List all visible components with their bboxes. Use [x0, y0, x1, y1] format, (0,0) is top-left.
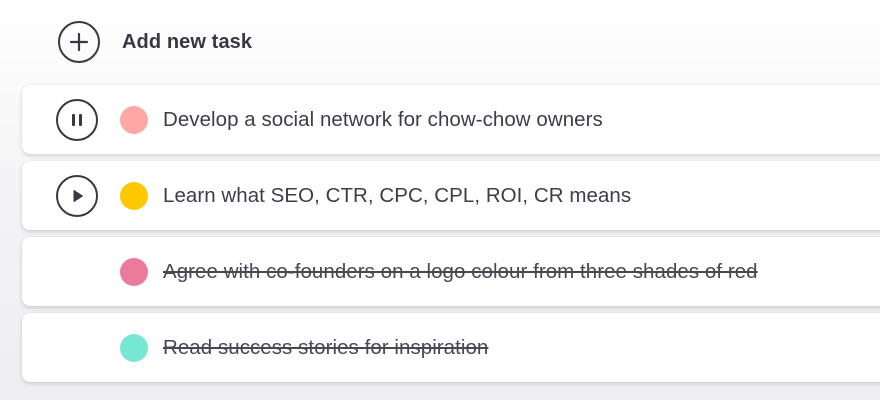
- task-color-dot: [120, 181, 148, 210]
- task-control-slot: [56, 174, 98, 217]
- task-control-slot: [56, 327, 90, 369]
- task-item-completed[interactable]: Read success stories for inspiration: [22, 313, 880, 382]
- task-control-slot: [56, 251, 90, 293]
- task-item[interactable]: Learn what SEO, CTR, CPC, CPL, ROI, CR m…: [22, 161, 880, 230]
- task-control-slot: [56, 98, 98, 141]
- pause-icon[interactable]: [56, 98, 98, 141]
- task-manager-app: Add new task Develop a social network fo…: [0, 0, 880, 400]
- task-list: Develop a social network for chow-chow o…: [22, 85, 880, 389]
- task-color-dot: [120, 105, 148, 134]
- plus-icon[interactable]: [58, 21, 100, 63]
- task-text: Learn what SEO, CTR, CPC, CPL, ROI, CR m…: [163, 183, 632, 207]
- task-item[interactable]: Develop a social network for chow-chow o…: [22, 85, 880, 154]
- add-new-task-label: Add new task: [122, 30, 253, 53]
- task-text: Agree with co-founders on a logo colour …: [163, 259, 758, 283]
- task-text: Develop a social network for chow-chow o…: [163, 107, 603, 131]
- task-item-completed[interactable]: Agree with co-founders on a logo colour …: [22, 237, 880, 306]
- add-new-task-button[interactable]: Add new task: [58, 20, 252, 64]
- play-icon[interactable]: [56, 174, 98, 217]
- task-text: Read success stories for inspiration: [163, 335, 489, 359]
- task-color-dot: [120, 257, 148, 286]
- task-color-dot: [120, 333, 148, 362]
